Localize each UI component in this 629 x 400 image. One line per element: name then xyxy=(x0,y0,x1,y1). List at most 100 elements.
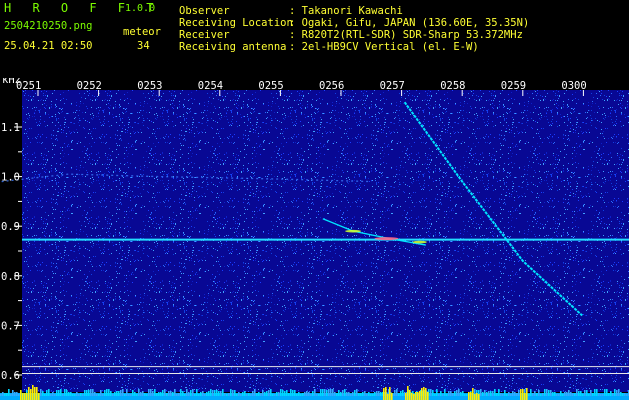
meter-bar xyxy=(398,393,400,396)
meter-bar xyxy=(276,392,278,396)
meter-bar xyxy=(332,389,334,396)
meter-bar xyxy=(80,393,82,396)
meter-bar xyxy=(48,389,50,396)
meter-bar xyxy=(220,391,222,396)
meter-bar xyxy=(136,394,138,396)
meter-bar xyxy=(304,392,306,396)
meter-peak-bar xyxy=(425,388,427,400)
meter-bar xyxy=(120,390,122,396)
location-label: Receiving Location xyxy=(179,17,293,29)
meter-bar xyxy=(570,392,572,396)
meter-bar xyxy=(244,391,246,396)
meter-bar xyxy=(370,394,372,396)
meter-peak-bar xyxy=(413,394,415,400)
meter-bar xyxy=(342,390,344,396)
meter-bar xyxy=(256,393,258,396)
header-panel: H R O F F T 1.0.0 2504210250.png meteor … xyxy=(0,0,629,78)
meter-bar xyxy=(58,390,60,396)
meter-bar xyxy=(604,389,606,396)
meter-bar xyxy=(496,393,498,396)
meter-bar xyxy=(544,389,546,396)
meter-bar xyxy=(616,390,618,396)
meter-bar xyxy=(114,392,116,396)
meter-peak-bar xyxy=(411,393,413,400)
meter-bar xyxy=(66,390,68,396)
meter-bar xyxy=(42,391,44,396)
meter-bar xyxy=(578,391,580,396)
meter-bar xyxy=(94,392,96,396)
meter-bar xyxy=(308,392,310,396)
image-filename: 2504210250.png xyxy=(4,20,93,32)
meter-bar xyxy=(280,389,282,396)
meter-bar xyxy=(128,394,130,396)
meter-bar xyxy=(344,389,346,396)
meter-bar xyxy=(6,393,8,396)
meter-bar xyxy=(252,391,254,396)
meter-bar xyxy=(598,393,600,396)
meter-bar xyxy=(164,389,166,396)
meter-peak-bar xyxy=(36,387,38,400)
meter-bar xyxy=(266,391,268,396)
meter-bar xyxy=(618,389,620,396)
meter-bar xyxy=(464,394,466,396)
meter-bar xyxy=(206,392,208,396)
meter-bar xyxy=(572,393,574,396)
meter-bar xyxy=(376,391,378,396)
observer-label: Observer xyxy=(179,5,230,17)
x-tick-label: 0255 xyxy=(258,80,283,92)
meter-bar xyxy=(8,389,10,396)
meter-bar xyxy=(492,391,494,396)
meter-bar xyxy=(512,391,514,396)
y-tick-label: 1.1 xyxy=(1,122,20,134)
meter-bar xyxy=(182,391,184,396)
meter-peak-bar xyxy=(407,386,409,400)
meter-bar xyxy=(88,390,90,396)
meter-bar xyxy=(438,394,440,396)
meter-bar xyxy=(16,392,18,396)
meteor-count: 34 xyxy=(137,40,150,52)
meter-bar xyxy=(588,394,590,396)
meter-bar xyxy=(198,394,200,396)
meter-bar xyxy=(624,393,626,396)
meter-bar xyxy=(558,394,560,396)
meter-peak-bar xyxy=(421,388,423,400)
meter-bar xyxy=(116,391,118,396)
meter-bar xyxy=(358,393,360,396)
meter-peak-bar xyxy=(32,385,34,400)
meter-bar xyxy=(360,393,362,396)
meter-bar xyxy=(138,389,140,396)
meter-peak-bar xyxy=(419,391,421,400)
meter-bar xyxy=(336,393,338,396)
meter-bar xyxy=(378,391,380,396)
meter-bar xyxy=(326,390,328,396)
meter-bar xyxy=(580,391,582,396)
meter-peak-bar xyxy=(470,392,472,400)
meter-bar xyxy=(168,391,170,396)
meter-bar xyxy=(586,390,588,396)
meter-bar xyxy=(246,394,248,396)
receiver-label: Receiver xyxy=(179,29,230,41)
meter-bar xyxy=(214,390,216,396)
meter-bar xyxy=(552,392,554,396)
meter-bar xyxy=(148,389,150,396)
meter-peak-bar xyxy=(423,387,425,400)
echo-peak-marker xyxy=(412,240,427,244)
meter-bar xyxy=(112,394,114,396)
x-tick-label: 0256 xyxy=(319,80,344,92)
meter-bar xyxy=(150,389,152,396)
meter-bar xyxy=(560,391,562,396)
meter-peak-bar xyxy=(417,392,419,400)
meter-bar xyxy=(614,389,616,396)
spectrogram-background xyxy=(22,90,629,392)
meter-bar xyxy=(18,394,20,396)
receiver-value: : R820T2(RTL-SDR) SDR-Sharp 53.372MHz xyxy=(289,29,523,41)
meter-bar xyxy=(52,392,54,396)
meter-bar xyxy=(606,389,608,396)
meter-bar xyxy=(108,389,110,396)
meter-bar xyxy=(104,390,106,396)
meter-bar xyxy=(328,389,330,396)
meter-bar xyxy=(320,389,322,396)
meter-bar xyxy=(450,391,452,396)
meter-bar xyxy=(480,389,482,396)
meter-peak-bar xyxy=(472,388,474,400)
